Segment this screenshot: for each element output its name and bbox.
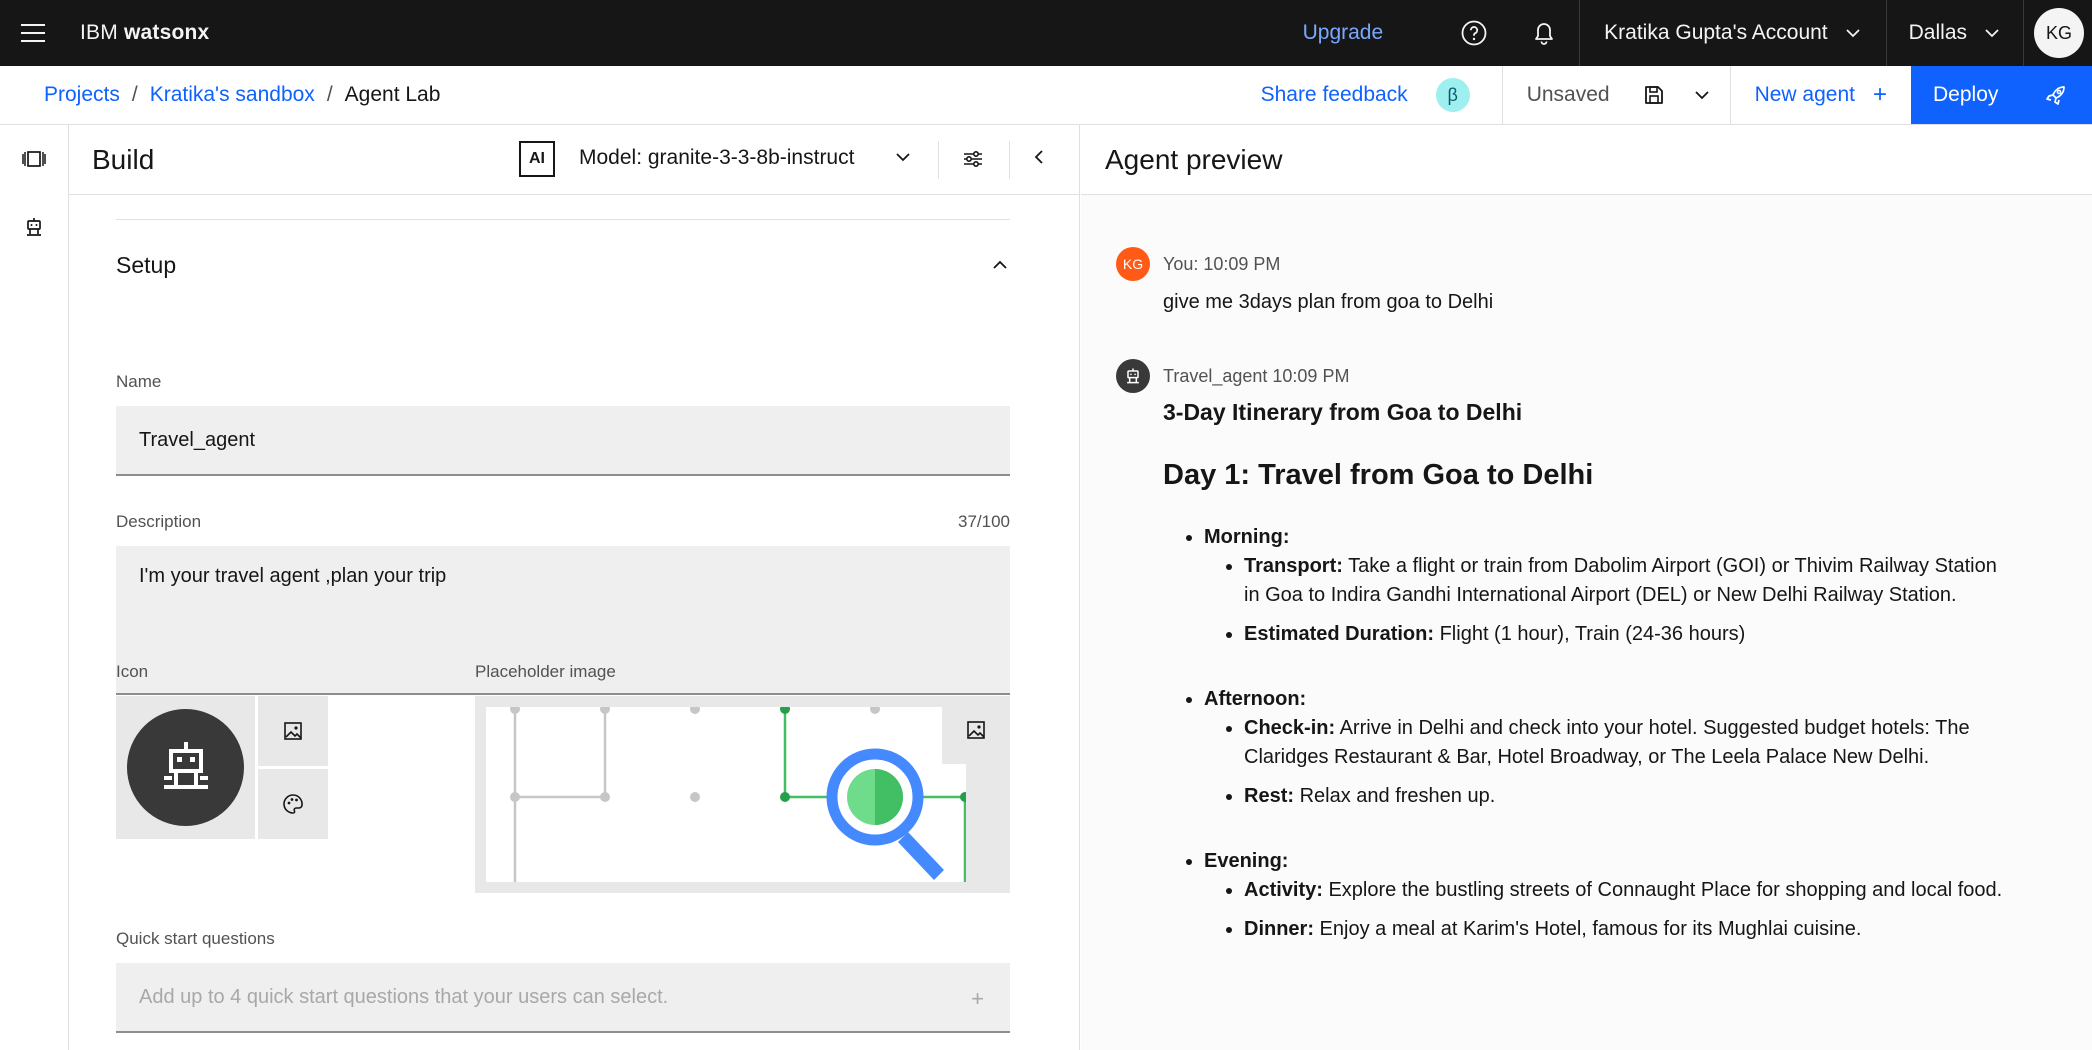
response-heading: 3-Day Itinerary from Goa to Delhi [1163, 399, 1523, 425]
itinerary-list: Morning: Transport: Take a flight or tra… [1204, 523, 2013, 944]
palette-icon [283, 794, 303, 814]
list-item: Morning: Transport: Take a flight or tra… [1204, 523, 2013, 649]
agent-preview-panel: Agent preview KG You: 10:09 PM give me 3… [1081, 125, 2092, 1050]
divider [116, 219, 1010, 220]
description-value: I'm your travel agent ,plan your trip [139, 565, 447, 587]
breadcrumb-projects[interactable]: Projects [44, 83, 120, 107]
list-item: Check-in: Arrive in Delhi and check into… [1244, 714, 2013, 772]
deploy-button[interactable]: Deploy [1911, 66, 2092, 124]
rail-item-layout[interactable] [0, 125, 68, 193]
account-switcher[interactable]: Kratika Gupta's Account [1580, 0, 1885, 66]
divider [1009, 141, 1010, 179]
section-name: Morning: [1204, 526, 1290, 548]
icon-label: Icon [116, 662, 149, 681]
agent-message-meta: Travel_agent 10:09 PM [1163, 366, 1350, 386]
model-selector[interactable]: Model: granite-3-3-8b-instruct [579, 146, 854, 170]
placeholder-image-label: Placeholder image [475, 662, 616, 681]
list-item: Activity: Explore the bustling streets o… [1244, 876, 2013, 905]
list-item: Dinner: Enjoy a meal at Karim's Hotel, f… [1244, 915, 2013, 944]
add-question-icon[interactable]: + [971, 986, 984, 1012]
description-label: Description [116, 512, 202, 531]
upload-icon-button[interactable] [258, 696, 328, 766]
image-icon [967, 721, 985, 739]
list-item: Rest: Relax and freshen up. [1244, 782, 2013, 811]
agent-icon-preview [116, 696, 255, 839]
name-label: Name [116, 372, 162, 391]
chevron-down-icon [1846, 29, 1860, 38]
quick-start-label: Quick start questions [116, 929, 275, 948]
agent-response: 3-Day Itinerary from Goa to Delhi Day 1:… [1163, 398, 2013, 980]
notification-icon[interactable] [1509, 0, 1579, 66]
account-label: Kratika Gupta's Account [1604, 21, 1828, 44]
upload-placeholder-button[interactable] [942, 696, 1010, 764]
save-status: Unsaved [1526, 83, 1610, 106]
robot-icon [163, 741, 208, 789]
chevron-down-icon [1985, 29, 1999, 38]
top-header: IBM watsonx Upgrade Kratika Gupta's Acco… [0, 0, 2092, 66]
breadcrumb: Projects / Kratika's sandbox / Agent Lab [44, 83, 441, 107]
user-avatar[interactable]: KG [2034, 8, 2084, 58]
menu-icon[interactable] [0, 0, 66, 66]
day-title: Day 1: Travel from Goa to Delhi [1163, 459, 1594, 491]
placeholder-image-preview [475, 696, 1010, 893]
setup-section-title[interactable]: Setup [116, 252, 176, 279]
chevron-down-icon[interactable] [893, 147, 913, 167]
preview-title: Agent preview [1105, 143, 1283, 175]
deploy-label: Deploy [1933, 83, 1999, 106]
avatar: KG [1116, 247, 1150, 281]
side-rail [0, 125, 69, 1050]
project-toolbar: Projects / Kratika's sandbox / Agent Lab… [0, 66, 2092, 125]
upgrade-link[interactable]: Upgrade [1303, 21, 1384, 45]
placeholder-illustration [486, 707, 966, 882]
ai-icon: AI [519, 141, 555, 177]
breadcrumb-sandbox[interactable]: Kratika's sandbox [150, 83, 315, 107]
name-value: Travel_agent [139, 428, 255, 451]
save-icon[interactable] [1634, 84, 1674, 106]
preview-header: Agent preview [1081, 125, 2092, 195]
description-counter: 37/100 [958, 512, 1010, 531]
new-agent-button[interactable]: New agent + [1731, 81, 1911, 109]
section-name: Evening: [1204, 850, 1289, 872]
name-field[interactable]: Travel_agent [116, 406, 1010, 476]
rail-item-agent[interactable] [0, 193, 68, 261]
list-item: Evening: Activity: Explore the bustling … [1204, 847, 2013, 944]
avatar [127, 709, 244, 826]
build-header: Build AI Model: granite-3-3-8b-instruct [69, 125, 1079, 195]
image-icon [284, 722, 302, 740]
build-title: Build [92, 143, 155, 175]
list-item: Transport: Take a flight or train from D… [1244, 552, 2013, 610]
new-agent-label: New agent [1754, 83, 1855, 106]
chevron-left-icon[interactable] [1029, 147, 1049, 167]
breadcrumb-current: Agent Lab [344, 83, 441, 106]
region-label: Dallas [1908, 21, 1967, 44]
rocket-icon [2046, 86, 2065, 105]
quick-start-placeholder: Add up to 4 quick start questions that y… [139, 985, 669, 1008]
list-item: Estimated Duration: Flight (1 hour), Tra… [1244, 620, 2013, 649]
icon-color-button[interactable] [258, 769, 328, 839]
quick-start-input[interactable]: Add up to 4 quick start questions that y… [116, 963, 1010, 1033]
beta-badge[interactable]: β [1435, 78, 1470, 112]
share-feedback-link[interactable]: Share feedback [1261, 83, 1408, 107]
list-item: Afternoon: Check-in: Arrive in Delhi and… [1204, 685, 2013, 811]
region-switcher[interactable]: Dallas [1887, 0, 2023, 66]
divider [938, 141, 939, 179]
user-message-meta: You: 10:09 PM [1163, 254, 1281, 274]
agent-avatar [1116, 359, 1150, 393]
plus-icon: + [1872, 81, 1887, 108]
chevron-up-icon[interactable] [990, 255, 1010, 275]
settings-sliders-icon[interactable] [961, 147, 985, 171]
help-icon[interactable] [1439, 0, 1509, 66]
section-name: Afternoon: [1204, 688, 1307, 710]
bot-icon [27, 218, 41, 236]
save-options-chevron-icon[interactable] [1674, 86, 1730, 104]
layout-icon [22, 151, 46, 167]
brand-name[interactable]: IBM watsonx [80, 21, 209, 45]
bot-icon [1127, 368, 1139, 384]
user-message: give me 3days plan from goa to Delhi [1163, 291, 1494, 313]
build-panel: Build AI Model: granite-3-3-8b-instruct … [69, 125, 1080, 1050]
divider [2023, 0, 2024, 66]
